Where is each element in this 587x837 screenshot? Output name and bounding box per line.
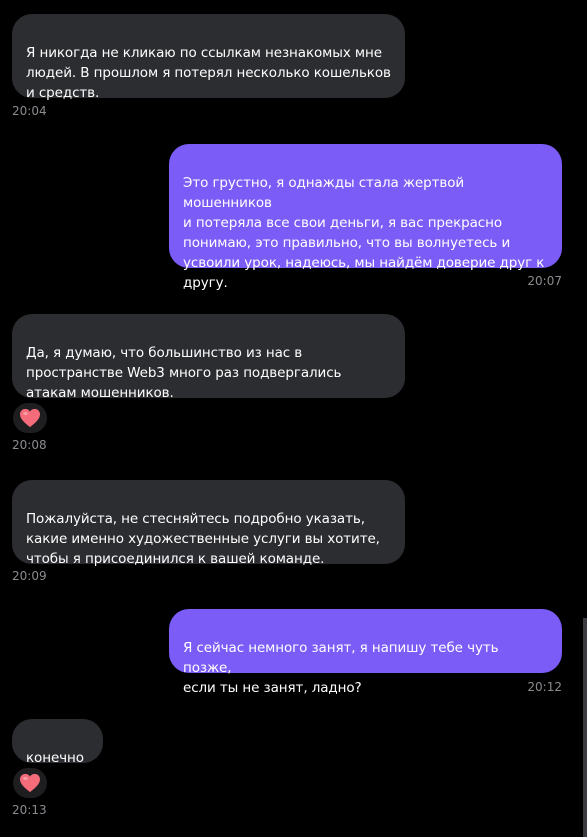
message-timestamp: 20:07 <box>527 274 562 288</box>
message-bubble-outgoing[interactable]: Это грустно, я однажды стала жертвой мош… <box>169 144 562 291</box>
message-timestamp: 20:09 <box>12 569 47 583</box>
reaction-badge[interactable] <box>13 768 47 798</box>
reaction-badge[interactable] <box>13 403 47 433</box>
message-timestamp: 20:13 <box>12 803 47 817</box>
heart-icon <box>20 408 40 428</box>
message-bubble-incoming[interactable]: Я никогда не кликаю по ссылкам незнакомы… <box>12 14 405 101</box>
message-text: Это грустно, я однажды стала жертвой мош… <box>183 175 545 291</box>
message-text: Я никогда не кликаю по ссылкам незнакомы… <box>26 45 391 101</box>
scrollbar-thumb[interactable] <box>583 618 587 837</box>
message-text: Да, я думаю, что большинство из нас в пр… <box>26 345 342 401</box>
message-timestamp: 20:12 <box>527 680 562 694</box>
message-bubble-incoming[interactable]: конечно <box>12 719 103 766</box>
message-bubble-incoming[interactable]: Да, я думаю, что большинство из нас в пр… <box>12 314 405 401</box>
message-timestamp: 20:04 <box>12 104 47 118</box>
message-timestamp: 20:08 <box>12 438 47 452</box>
heart-icon <box>20 773 40 793</box>
message-text: конечно <box>26 750 84 766</box>
message-bubble-outgoing[interactable]: Я сейчас немного занят, я напишу тебе чу… <box>169 609 562 696</box>
message-text: Пожалуйста, не стесняйтесь подробно указ… <box>26 511 380 567</box>
message-text: Я сейчас немного занят, я напишу тебе чу… <box>183 640 499 696</box>
message-bubble-incoming[interactable]: Пожалуйста, не стесняйтесь подробно указ… <box>12 480 405 567</box>
